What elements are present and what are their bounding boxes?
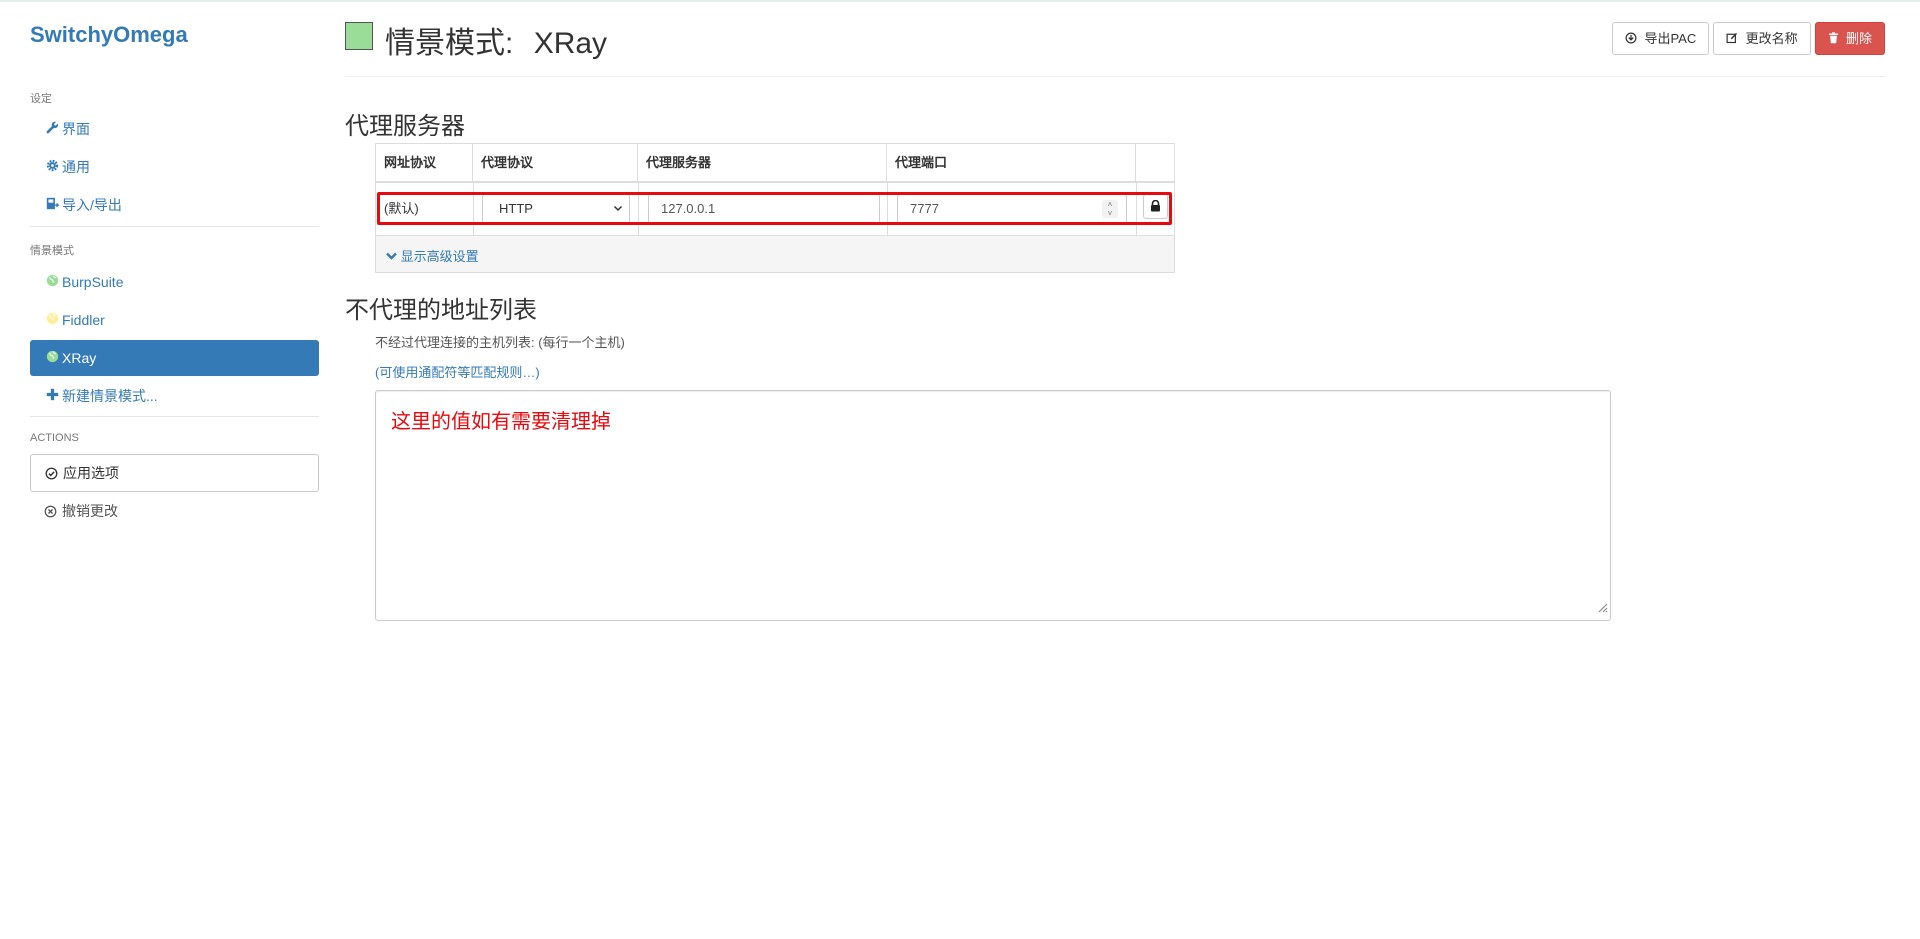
download-circle-icon <box>1625 32 1640 46</box>
column-header-port: 代理端口 <box>887 144 1136 181</box>
column-header-protocol: 代理协议 <box>473 144 638 181</box>
resize-grip-icon[interactable] <box>1596 600 1608 618</box>
column-header-scheme: 网址协议 <box>376 144 473 181</box>
table-header-divider <box>376 181 1174 183</box>
header-divider <box>345 76 1885 77</box>
profile-color-swatch[interactable] <box>345 22 373 50</box>
rename-button[interactable]: 更改名称 <box>1713 22 1811 55</box>
sidebar-item-label: Fiddler <box>62 312 105 328</box>
show-advanced-link[interactable]: 显示高级设置 <box>386 246 479 265</box>
settings-header: 设定 <box>30 93 52 105</box>
export-pac-button[interactable]: 导出PAC <box>1612 22 1710 55</box>
delete-button[interactable]: 删除 <box>1814 22 1885 55</box>
sidebar-item-xray[interactable]: XRay <box>30 340 319 376</box>
bypass-list-textarea[interactable]: 这里的值如有需要清理掉 <box>375 390 1611 621</box>
sidebar-item-label: XRay <box>62 350 97 366</box>
sidebar-item-fiddler[interactable]: Fiddler <box>30 302 319 338</box>
sidebar-divider <box>30 226 319 227</box>
sidebar-item-general[interactable]: 通用 <box>30 149 319 185</box>
wildcard-rules-link[interactable]: (可使用通配符等匹配规则…) <box>375 362 540 381</box>
import-export-icon <box>44 188 60 224</box>
delete-label: 删除 <box>1845 31 1872 46</box>
brand-title[interactable]: SwitchyOmega <box>30 22 188 48</box>
sidebar-item-label: 新建情景模式... <box>62 388 158 404</box>
show-advanced-label: 显示高级设置 <box>400 249 479 264</box>
export-pac-label: 导出PAC <box>1644 31 1697 46</box>
sidebar-item-label: 界面 <box>62 121 90 137</box>
gear-icon <box>44 150 60 186</box>
advanced-settings-row: 显示高级设置 <box>376 235 1174 272</box>
sidebar: SwitchyOmega 设定 界面 通用 导入/导出 情景模式 BurpSui… <box>0 0 325 939</box>
sidebar-item-interface[interactable]: 界面 <box>30 111 319 147</box>
page-title-profile-name: XRay <box>533 27 608 60</box>
rename-label: 更改名称 <box>1745 31 1798 46</box>
sidebar-item-import-export[interactable]: 导入/导出 <box>30 187 319 223</box>
wrench-icon <box>44 112 60 148</box>
proxy-table: 网址协议 代理协议 代理服务器 代理端口 (默认) HTTP 127.0.0.1… <box>375 143 1175 273</box>
new-profile-link[interactable]: 新建情景模式... <box>30 378 319 414</box>
bypass-section-title: 不代理的地址列表 <box>345 297 537 324</box>
plus-icon <box>44 379 60 415</box>
discard-changes-button[interactable]: 撤销更改 <box>30 493 319 529</box>
trash-icon <box>1828 32 1842 46</box>
globe-icon <box>44 303 60 339</box>
sidebar-item-burpsuite[interactable]: BurpSuite <box>30 264 319 300</box>
annotation-note: 这里的值如有需要清理掉 <box>391 411 611 433</box>
sidebar-divider <box>30 416 319 417</box>
sidebar-item-label: 通用 <box>62 159 90 175</box>
actions-header: ACTIONS <box>30 432 79 444</box>
bypass-help-text: 不经过代理连接的主机列表: (每行一个主机) <box>375 335 625 350</box>
proxy-section-title: 代理服务器 <box>345 113 465 140</box>
x-circle-icon <box>44 495 60 531</box>
page-title: 情景模式: XRay <box>385 18 607 62</box>
check-circle-icon <box>45 457 61 493</box>
page-title-prefix: 情景模式: <box>385 27 514 60</box>
sidebar-item-label: 导入/导出 <box>62 197 122 213</box>
annotation-highlight-box <box>377 192 1172 225</box>
apply-options-label: 应用选项 <box>63 465 119 481</box>
apply-options-button[interactable]: 应用选项 <box>30 454 319 492</box>
discard-changes-label: 撤销更改 <box>62 503 118 519</box>
edit-icon <box>1726 32 1741 46</box>
chevron-down-icon <box>386 249 401 264</box>
column-header-server: 代理服务器 <box>638 144 887 181</box>
header-actions: 导出PAC 更改名称 删除 <box>1612 22 1885 55</box>
sidebar-item-label: BurpSuite <box>62 274 124 290</box>
globe-icon <box>44 265 60 301</box>
profiles-header: 情景模式 <box>30 245 74 257</box>
globe-icon <box>44 341 60 377</box>
